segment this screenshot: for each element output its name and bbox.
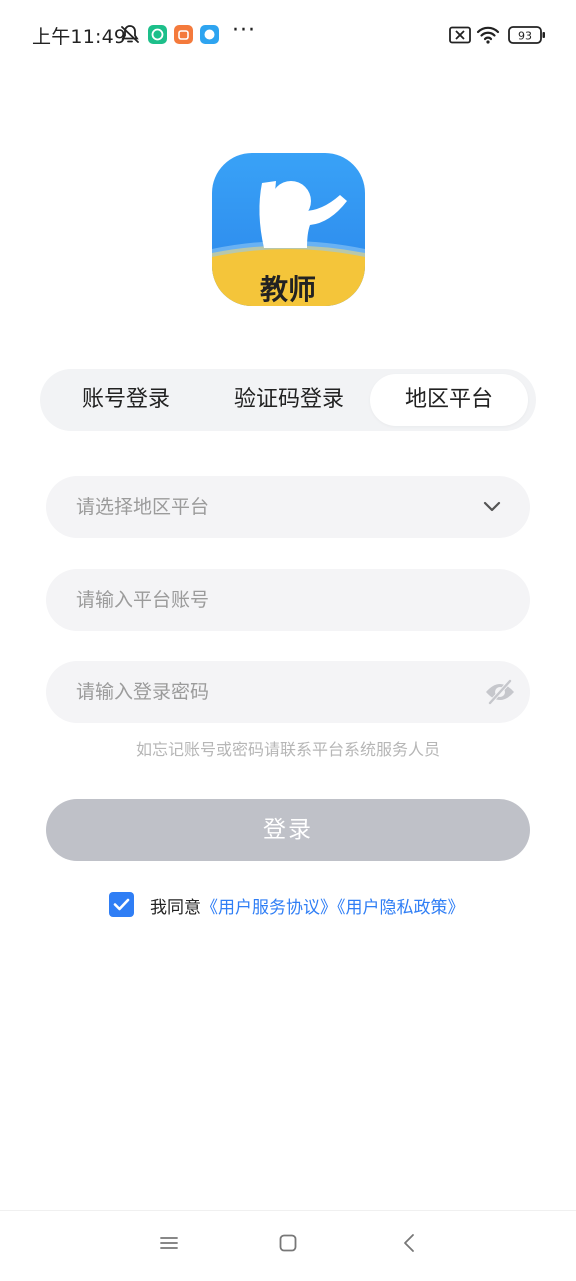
service-agreement-link[interactable]: 《用户服务协议》 — [201, 898, 337, 918]
orange-app-icon — [174, 25, 193, 44]
home-icon[interactable] — [278, 1233, 298, 1257]
status-time: 上午11:49 — [32, 26, 127, 48]
agreement-text: 我同意《用户服务协议》《用户隐私政策》 — [150, 893, 465, 918]
back-icon[interactable] — [400, 1233, 420, 1257]
login-button[interactable]: 登录 — [46, 799, 530, 861]
app-logo: 教师 — [212, 153, 365, 306]
wifi-icon — [476, 25, 500, 48]
account-field-wrap — [46, 569, 530, 631]
green-app-icon — [148, 25, 167, 44]
logo-text: 教师 — [260, 273, 316, 306]
privacy-policy-link[interactable]: 《用户隐私政策》 — [337, 898, 465, 918]
region-select[interactable]: 请选择地区平台 — [46, 476, 530, 538]
blue-app-icon — [200, 25, 219, 44]
forgot-hint: 如忘记账号或密码请联系平台系统服务人员 — [135, 740, 440, 759]
battery-icon: 93 — [508, 25, 546, 49]
tab-region-platform[interactable]: 地区平台 — [370, 374, 528, 426]
password-input[interactable] — [76, 661, 456, 723]
chevron-down-icon — [482, 499, 502, 518]
more-notifications: ··· — [232, 18, 256, 43]
agreement-checkbox[interactable] — [109, 892, 134, 917]
tab-code-login[interactable]: 验证码登录 — [210, 369, 368, 431]
check-icon — [113, 898, 130, 911]
status-bar: 上午11:49 ··· 93 — [0, 0, 576, 70]
region-select-placeholder: 请选择地区平台 — [76, 496, 210, 518]
tab-account-login[interactable]: 账号登录 — [50, 369, 202, 431]
battery-level: 93 — [518, 30, 532, 43]
sim-off-icon — [449, 26, 471, 48]
password-field-wrap — [46, 661, 530, 723]
menu-icon[interactable] — [159, 1233, 179, 1257]
system-nav-bar — [0, 1210, 576, 1281]
eye-off-icon[interactable] — [484, 678, 516, 710]
account-input[interactable] — [76, 569, 456, 631]
mute-bell-icon — [120, 24, 140, 50]
login-tabs: 账号登录 验证码登录 地区平台 — [40, 369, 536, 431]
agreement-prefix: 我同意 — [150, 898, 201, 918]
